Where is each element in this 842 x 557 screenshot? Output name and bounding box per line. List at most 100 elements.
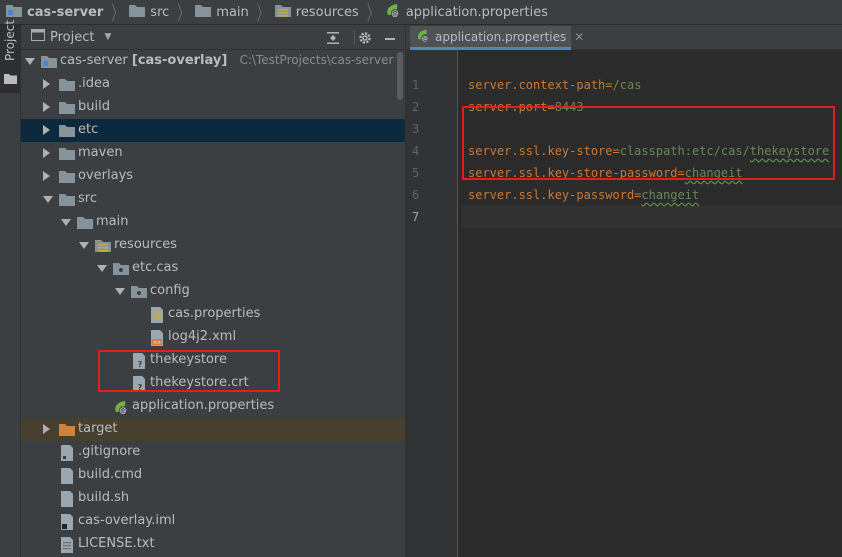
properties-file-icon [150, 307, 166, 323]
tree-item-gitignore[interactable]: .gitignore [21, 441, 405, 464]
expanded-arrow-icon [97, 265, 107, 272]
tree-item-thekeystore[interactable]: ? thekeystore [21, 349, 405, 372]
gear-icon[interactable] [356, 29, 374, 47]
tree-label: build.sh [78, 490, 130, 505]
breadcrumb-item-application-properties[interactable]: @ application.properties [385, 0, 552, 25]
iml-file-icon [60, 514, 76, 530]
chevron-right-icon: 〉 [256, 1, 269, 24]
code-line-6: server.ssl.key-password=changeit [468, 188, 700, 202]
expanded-arrow-icon [25, 58, 35, 65]
svg-text:@: @ [422, 34, 428, 42]
unknown-file-icon: ? [132, 353, 148, 369]
hide-panel-icon[interactable] [381, 29, 399, 47]
project-tool-tab[interactable]: Project [0, 20, 21, 93]
tree-label: target [78, 421, 118, 436]
tree-item-config[interactable]: config [21, 280, 405, 303]
folder-icon [59, 169, 75, 184]
breadcrumb-item-resources[interactable]: resources [274, 0, 363, 25]
spring-properties-icon: @ [416, 28, 430, 46]
line-number-current: 7 [412, 210, 420, 224]
chevron-right-icon: 〉 [111, 1, 124, 24]
tree-item-etc[interactable]: etc [21, 119, 405, 142]
tree-item-target[interactable]: target [21, 418, 405, 441]
tree-item-build[interactable]: build [21, 96, 405, 119]
tree-label: .idea [78, 76, 110, 91]
current-line-highlight [462, 206, 842, 228]
tree-label: cas.properties [168, 306, 261, 321]
tree-label: etc [78, 122, 99, 137]
chevron-right-icon: 〉 [177, 1, 190, 24]
tree-item-build-cmd[interactable]: build.cmd [21, 464, 405, 487]
spring-properties-icon: @ [113, 399, 129, 415]
project-folder-icon [31, 29, 45, 45]
module-folder-icon [41, 54, 57, 69]
svg-text:?: ? [138, 360, 143, 369]
editor-area: @ application.properties ✕ 1 2 3 4 5 6 7… [405, 25, 842, 557]
folder-icon [59, 123, 75, 138]
tree-label: LICENSE.txt [78, 536, 155, 551]
project-panel-header: Project ▼ [21, 25, 405, 50]
text-file-icon [60, 468, 76, 484]
tree-item-overlays[interactable]: overlays [21, 165, 405, 188]
tree-item-idea[interactable]: .idea [21, 73, 405, 96]
tree-item-main[interactable]: main [21, 211, 405, 234]
expanded-arrow-icon [43, 196, 53, 203]
text-file-icon [60, 491, 76, 507]
project-tree: cas-server [cas-overlay] C:\TestProjects… [21, 50, 405, 556]
code-line-5: server.ssl.key-store-password=changeit [468, 166, 743, 180]
tree-item-src[interactable]: src [21, 188, 405, 211]
svg-text:<>: <> [153, 340, 161, 346]
tree-item-maven[interactable]: maven [21, 142, 405, 165]
divider [354, 31, 355, 45]
tree-item-license-txt[interactable]: LICENSE.txt [21, 533, 405, 556]
expanded-arrow-icon [115, 288, 125, 295]
breadcrumb-item-cas-server[interactable]: cas-server [6, 0, 107, 25]
tree-label: application.properties [132, 398, 275, 413]
tree-label: thekeystore [150, 352, 227, 367]
tree-label: src [78, 191, 97, 206]
breadcrumb-item-main[interactable]: main [195, 0, 252, 25]
resources-folder-icon [274, 3, 291, 21]
tree-label: resources [114, 237, 178, 252]
breadcrumb: cas-server 〉 src 〉 main 〉 resources 〉 @ … [0, 0, 842, 25]
project-view-selector[interactable]: Project ▼ [31, 29, 111, 45]
line-number: 2 [412, 100, 420, 114]
tab-application-properties[interactable]: @ application.properties ✕ [410, 26, 584, 50]
package-folder-icon [113, 261, 129, 276]
close-icon[interactable]: ✕ [574, 30, 584, 44]
module-folder-icon [6, 3, 22, 21]
code-line-4: server.ssl.key-store=classpath:etc/cas/t… [468, 144, 830, 158]
tree-item-thekeystore-crt[interactable]: ? thekeystore.crt [21, 372, 405, 395]
tree-label: build.cmd [78, 467, 143, 482]
module-path: C:\TestProjects\cas-server [239, 53, 394, 67]
code-line-2: server.port=8443 [468, 100, 584, 114]
module-name: [cas-overlay] [131, 53, 228, 68]
tree-item-cas-overlay-iml[interactable]: cas-overlay.iml [21, 510, 405, 533]
tree-item-etc-cas[interactable]: etc.cas [21, 257, 405, 280]
collapsed-arrow-icon [43, 125, 50, 135]
collapsed-arrow-icon [43, 79, 50, 89]
tree-item-build-sh[interactable]: build.sh [21, 487, 405, 510]
tree-item-resources[interactable]: resources [21, 234, 405, 257]
breadcrumb-item-src[interactable]: src [129, 0, 173, 25]
tree-label: log4j2.xml [168, 329, 237, 344]
tree-label: build [78, 99, 110, 114]
line-number-gutter: 1 2 3 4 5 6 7 [406, 50, 458, 557]
text-file-icon [60, 445, 76, 461]
expanded-arrow-icon [61, 219, 71, 226]
excluded-folder-icon [59, 422, 75, 437]
collapse-all-icon[interactable] [324, 29, 342, 47]
folder-icon [59, 77, 75, 92]
unknown-file-icon: ? [132, 376, 148, 392]
tree-item-log4j2-xml[interactable]: <> log4j2.xml [21, 326, 405, 349]
folder-icon [195, 3, 212, 21]
spring-properties-icon: @ [385, 2, 401, 22]
collapsed-arrow-icon [43, 171, 50, 181]
tree-item-cas-properties[interactable]: cas.properties [21, 303, 405, 326]
tree-label: maven [78, 145, 123, 160]
line-number: 6 [412, 188, 420, 202]
project-panel: Project ▼ cas-server [cas-overlay] C:\Te… [21, 25, 405, 557]
tree-item-cas-server[interactable]: cas-server [cas-overlay] C:\TestProjects… [21, 50, 405, 73]
tree-item-application-properties[interactable]: @ application.properties [21, 395, 405, 418]
line-number: 1 [412, 78, 420, 92]
